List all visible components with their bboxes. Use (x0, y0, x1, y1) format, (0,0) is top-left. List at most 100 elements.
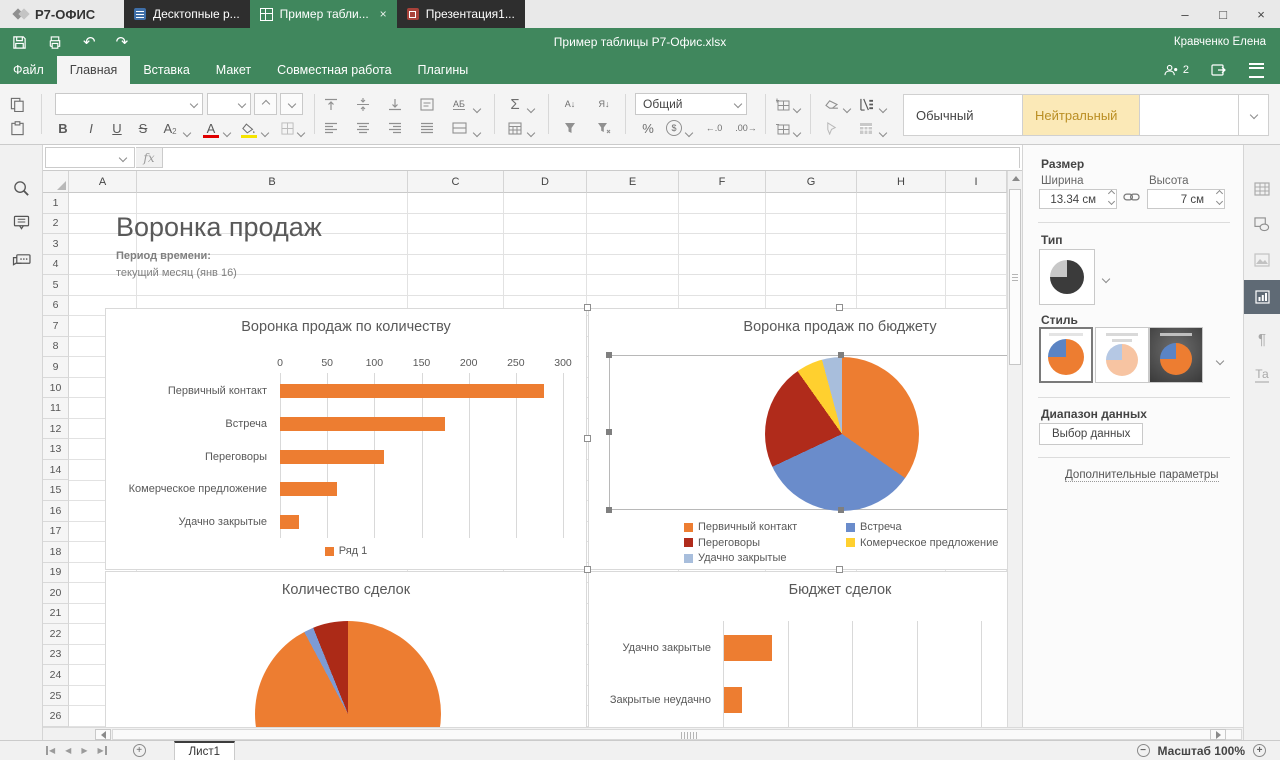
plot-area-handle[interactable] (606, 507, 612, 513)
insert-cells-button[interactable] (772, 93, 794, 115)
image-settings-icon[interactable] (1244, 244, 1280, 276)
chat-icon[interactable] (0, 243, 42, 277)
chevron-down-icon[interactable] (474, 98, 480, 120)
close-tab-icon[interactable]: × (380, 7, 387, 21)
chart-type-thumbnail[interactable] (1039, 249, 1095, 305)
table-settings-icon[interactable] (1244, 173, 1280, 205)
width-input[interactable] (1040, 192, 1098, 206)
name-box-input[interactable] (46, 152, 120, 164)
chart-selection-handle[interactable] (584, 435, 591, 442)
row-header-25[interactable]: 25 (43, 686, 69, 707)
horizontal-scrollbar[interactable] (43, 727, 1243, 740)
row-header-3[interactable]: 3 (43, 234, 69, 255)
align-center-icon[interactable] (356, 117, 370, 139)
font-color-button[interactable]: A (200, 117, 222, 139)
row-header-13[interactable]: 13 (43, 439, 69, 460)
cell-styles-gallery-expand[interactable] (1238, 94, 1269, 136)
width-spinner[interactable] (1109, 191, 1114, 204)
row-header-6[interactable]: 6 (43, 296, 69, 317)
chart-style-3[interactable] (1149, 327, 1203, 383)
column-header-B[interactable]: B (137, 171, 408, 193)
cell-style-normal[interactable]: Обычный (903, 94, 1023, 136)
print-button[interactable] (47, 35, 63, 50)
row-header-12[interactable]: 12 (43, 419, 69, 440)
menu-item-Совместная работа[interactable]: Совместная работа (264, 56, 404, 84)
comments-icon[interactable] (0, 205, 42, 239)
sort-ascending-button[interactable]: А↓ (558, 93, 582, 115)
row-header-20[interactable]: 20 (43, 583, 69, 604)
autosum-button[interactable]: Σ (504, 93, 526, 115)
menu-item-Файл[interactable]: Файл (0, 56, 57, 84)
conditional-formatting-button[interactable] (854, 93, 878, 115)
paragraph-settings-icon[interactable]: ¶ (1244, 323, 1280, 355)
chart-styles-expand[interactable] (1217, 351, 1223, 369)
share-button[interactable] (1211, 63, 1227, 77)
font-name-input[interactable] (56, 97, 184, 111)
row-header-10[interactable]: 10 (43, 378, 69, 399)
merge-cells-button[interactable] (446, 117, 472, 139)
vertical-scroll-thumb[interactable] (1009, 189, 1021, 365)
column-header-A[interactable]: A (69, 171, 137, 193)
height-field[interactable] (1147, 189, 1225, 209)
document-tab-spreadsheet[interactable]: Пример табли...× (250, 0, 397, 28)
select-all-corner[interactable] (43, 171, 69, 193)
cell-style-empty[interactable] (1139, 94, 1239, 136)
hamburger-menu-button[interactable] (1249, 63, 1264, 78)
minimize-button[interactable]: – (1166, 0, 1204, 28)
merge-across-button[interactable]: АБ (446, 93, 472, 115)
height-spinner[interactable] (1217, 191, 1222, 204)
horizontal-scroll-track[interactable] (112, 729, 1242, 740)
column-header-I[interactable]: I (946, 171, 1007, 193)
chart-settings-icon[interactable] (1244, 280, 1280, 314)
row-header-19[interactable]: 19 (43, 563, 69, 584)
format-as-table-button[interactable] (854, 117, 878, 139)
chevron-down-icon[interactable] (844, 98, 850, 120)
chevron-down-icon[interactable] (794, 122, 800, 144)
chevron-down-icon[interactable] (224, 122, 230, 144)
vertical-scrollbar[interactable] (1007, 171, 1022, 727)
cell-style-neutral[interactable]: Нейтральный (1022, 94, 1140, 136)
named-ranges-button[interactable] (504, 117, 526, 139)
copy-button[interactable] (10, 93, 25, 115)
align-bottom-icon[interactable] (388, 93, 402, 115)
document-tab-presentation[interactable]: Презентация1... (397, 0, 525, 28)
lock-aspect-ratio-icon[interactable] (1123, 191, 1140, 203)
row-header-24[interactable]: 24 (43, 665, 69, 686)
font-name-combo[interactable] (55, 93, 203, 115)
chevron-down-icon[interactable] (184, 122, 190, 144)
height-input[interactable] (1148, 192, 1206, 206)
subscript-button[interactable]: A2 (160, 117, 180, 139)
next-sheet-button[interactable]: ▶ (81, 746, 87, 755)
row-header-16[interactable]: 16 (43, 501, 69, 522)
column-header-C[interactable]: C (408, 171, 504, 193)
menu-item-Макет[interactable]: Макет (203, 56, 264, 84)
chart-1[interactable]: Воронка продаж по количеству050100150200… (105, 308, 587, 570)
chart-style-1[interactable] (1039, 327, 1093, 383)
bold-button[interactable]: B (52, 117, 74, 139)
last-sheet-button[interactable]: ▶ (97, 746, 106, 755)
close-button[interactable]: × (1242, 0, 1280, 28)
advanced-settings-link[interactable]: Дополнительные параметры (1065, 469, 1219, 482)
borders-button[interactable] (276, 117, 298, 139)
save-button[interactable] (12, 35, 27, 50)
redo-button[interactable]: ↷ (116, 35, 129, 50)
chevron-down-icon[interactable] (528, 98, 534, 120)
row-header-4[interactable]: 4 (43, 255, 69, 276)
copy-style-button[interactable] (820, 117, 842, 139)
row-header-5[interactable]: 5 (43, 275, 69, 296)
select-data-button[interactable]: Выбор данных (1039, 423, 1143, 445)
increase-decimal-button[interactable]: .00→ (732, 117, 760, 139)
row-header-21[interactable]: 21 (43, 604, 69, 625)
number-format-combo[interactable]: Общий (635, 93, 747, 115)
formula-input[interactable] (163, 149, 1019, 168)
zoom-in-button[interactable]: + (1253, 744, 1266, 757)
first-sheet-button[interactable]: ◀ (46, 746, 55, 755)
chart-selection-handle[interactable] (836, 304, 843, 311)
row-header-15[interactable]: 15 (43, 480, 69, 501)
paste-button[interactable] (10, 117, 25, 139)
clear-button[interactable] (820, 93, 842, 115)
row-header-2[interactable]: 2 (43, 214, 69, 235)
column-header-E[interactable]: E (587, 171, 679, 193)
italic-button[interactable]: I (80, 117, 102, 139)
row-header-23[interactable]: 23 (43, 645, 69, 666)
